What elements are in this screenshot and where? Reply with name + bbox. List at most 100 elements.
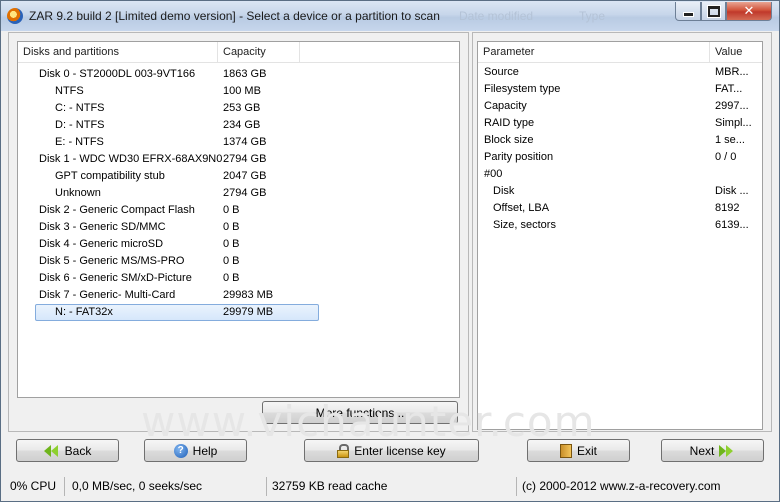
disk-capacity: 100 MB — [223, 85, 261, 97]
parameter-name: Source — [484, 66, 519, 78]
disk-capacity: 0 B — [223, 221, 240, 233]
disk-row[interactable]: Disk 0 - ST2000DL 003-9VT166 1863 GB — [18, 66, 459, 83]
parameter-list[interactable]: Parameter Value Source MBR... Filesystem t… — [477, 41, 763, 430]
parameter-name: Filesystem type — [484, 83, 561, 95]
help-button[interactable]: ? Help — [144, 439, 247, 462]
next-button[interactable]: Next — [661, 439, 764, 462]
exit-button[interactable]: Exit — [527, 439, 630, 462]
background-header-date-modified: Date modified — [459, 9, 534, 23]
lock-icon — [337, 443, 350, 458]
disk-name: NTFS — [55, 85, 84, 97]
status-io: 0,0 MB/sec, 0 seeks/sec — [67, 477, 267, 496]
disk-name: Unknown — [55, 187, 101, 199]
disk-row[interactable]: C: - NTFS 253 GB — [18, 100, 459, 117]
maximize-icon — [706, 4, 721, 18]
license-label: Enter license key — [354, 443, 446, 458]
parameter-name: Size, sectors — [493, 219, 556, 231]
disk-capacity: 2047 GB — [223, 170, 267, 182]
column-header-capacity[interactable]: Capacity — [218, 42, 300, 62]
disk-row-selected[interactable]: N: - FAT32x 29979 MB — [18, 304, 459, 321]
column-header-parameter[interactable]: Parameter — [478, 42, 710, 62]
back-button[interactable]: Back — [16, 439, 119, 462]
parameter-value: 1 se... — [715, 134, 745, 146]
parameter-value: 2997... — [715, 100, 749, 112]
title-bar[interactable]: ZAR 9.2 build 2 [Limited demo version] -… — [1, 1, 779, 31]
parameter-row[interactable]: Block size 1 se... — [478, 132, 762, 149]
window-title: ZAR 9.2 build 2 [Limited demo version] -… — [29, 9, 440, 23]
zar-app-icon[interactable] — [7, 8, 23, 24]
disk-name: D: - NTFS — [55, 119, 105, 131]
disk-row[interactable]: Disk 7 - Generic- Multi-Card 29983 MB — [18, 287, 459, 304]
disk-row[interactable]: Disk 2 - Generic Compact Flash 0 B — [18, 202, 459, 219]
disk-name: N: - FAT32x — [55, 306, 113, 318]
maximize-button[interactable] — [701, 2, 726, 21]
column-header-value[interactable]: Value — [710, 42, 762, 62]
minimize-icon — [682, 11, 694, 17]
minimize-button[interactable] — [675, 2, 701, 21]
disk-list[interactable]: Disks and partitions Capacity Disk 0 - S… — [17, 41, 460, 398]
parameter-value: 6139... — [715, 219, 749, 231]
parameter-row[interactable]: Source MBR... — [478, 64, 762, 81]
parameter-row[interactable]: Disk Disk ... — [478, 183, 762, 200]
parameter-value: FAT... — [715, 83, 743, 95]
disk-row[interactable]: Disk 5 - Generic MS/MS-PRO 0 B — [18, 253, 459, 270]
parameter-row[interactable]: Filesystem type FAT... — [478, 81, 762, 98]
disk-row[interactable]: NTFS 100 MB — [18, 83, 459, 100]
disk-capacity: 2794 GB — [223, 187, 267, 199]
disk-name: Disk 0 - ST2000DL 003-9VT166 — [39, 68, 196, 80]
disk-name: Disk 6 - Generic SM/xD-Picture — [39, 272, 192, 284]
enter-license-key-button[interactable]: Enter license key — [304, 439, 479, 462]
status-cpu: 0% CPU — [5, 477, 65, 496]
disk-row[interactable]: Unknown 2794 GB — [18, 185, 459, 202]
exit-label: Exit — [576, 443, 597, 458]
disk-capacity: 2794 GB — [223, 153, 267, 165]
disk-capacity: 0 B — [223, 272, 240, 284]
parameter-row[interactable]: RAID type Simpl... — [478, 115, 762, 132]
parameter-value: 8192 — [715, 202, 740, 214]
disk-row[interactable]: D: - NTFS 234 GB — [18, 117, 459, 134]
back-label: Back — [64, 443, 92, 458]
parameter-row[interactable]: Offset, LBA 8192 — [478, 200, 762, 217]
parameters-frame: Parameter Value Source MBR... Filesystem t… — [472, 32, 772, 432]
disk-row[interactable]: Disk 1 - WDC WD30 EFRX-68AX9N0 2794 GB — [18, 151, 459, 168]
disk-capacity: 29979 MB — [223, 306, 274, 318]
parameter-name: #00 — [484, 168, 503, 180]
parameter-value: 0 / 0 — [715, 151, 737, 163]
disk-capacity: 0 B — [223, 255, 240, 267]
disk-name: Disk 4 - Generic microSD — [39, 238, 164, 250]
close-button[interactable]: ✕ — [726, 2, 772, 21]
parameter-row[interactable]: #00 — [478, 166, 762, 183]
disks-frame: Disks and partitions Capacity Disk 0 - S… — [8, 32, 469, 432]
disk-name: Disk 7 - Generic- Multi-Card — [39, 289, 176, 301]
parameter-value: MBR... — [715, 66, 749, 78]
disk-capacity: 29983 MB — [223, 289, 274, 301]
parameter-name: Offset, LBA — [493, 202, 550, 214]
disk-capacity: 0 B — [223, 238, 240, 250]
disk-name: Disk 1 - WDC WD30 EFRX-68AX9N0 — [39, 153, 223, 165]
parameter-value: Disk ... — [715, 185, 749, 197]
disk-row[interactable]: E: - NTFS 1374 GB — [18, 134, 459, 151]
disk-name: C: - NTFS — [55, 102, 105, 114]
column-header-disks[interactable]: Disks and partitions — [18, 42, 218, 62]
disk-capacity: 0 B — [223, 204, 240, 216]
parameter-name: Parity position — [484, 151, 554, 163]
disk-name: Disk 3 - Generic SD/MMC — [39, 221, 166, 233]
disk-row[interactable]: GPT compatibility stub 2047 GB — [18, 168, 459, 185]
parameter-row[interactable]: Size, sectors 6139... — [478, 217, 762, 234]
next-arrow-icon — [719, 444, 735, 458]
background-header-type: Type — [579, 9, 606, 23]
exit-door-icon — [559, 443, 572, 458]
parameter-name: Block size — [484, 134, 534, 146]
disk-row[interactable]: Disk 3 - Generic SD/MMC 0 B — [18, 219, 459, 236]
parameter-name: Capacity — [484, 100, 527, 112]
back-arrow-icon — [43, 444, 60, 458]
disk-capacity: 1863 GB — [223, 68, 267, 80]
disk-row[interactable]: Disk 6 - Generic SM/xD-Picture 0 B — [18, 270, 459, 287]
parameter-row[interactable]: Capacity 2997... — [478, 98, 762, 115]
parameter-row[interactable]: Parity position 0 / 0 — [478, 149, 762, 166]
parameter-name: Disk — [493, 185, 515, 197]
disk-name: Disk 2 - Generic Compact Flash — [39, 204, 195, 216]
disk-row[interactable]: Disk 4 - Generic microSD 0 B — [18, 236, 459, 253]
close-icon: ✕ — [743, 3, 755, 18]
parameter-value: Simpl... — [715, 117, 752, 129]
